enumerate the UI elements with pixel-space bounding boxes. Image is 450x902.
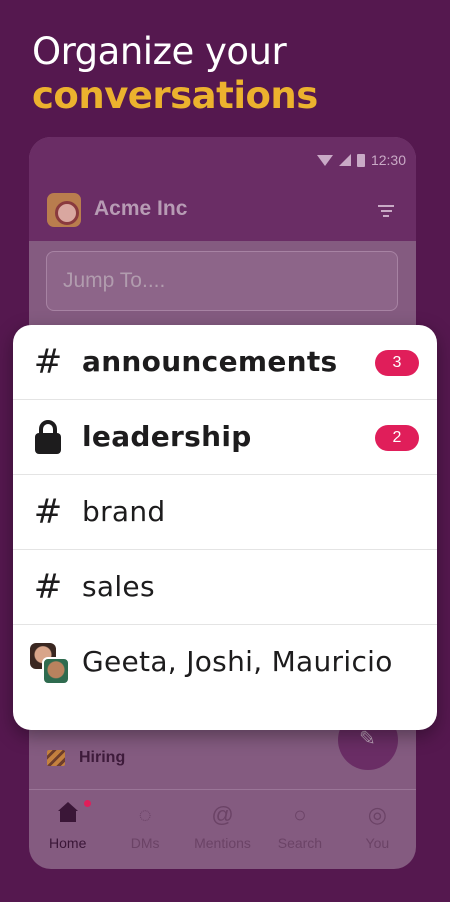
avatar [42, 657, 70, 685]
you-icon: ◎ [367, 802, 387, 827]
status-bar: 12:30 [29, 137, 416, 183]
lock-icon [35, 420, 61, 454]
tab-home[interactable]: Home [29, 790, 106, 869]
wifi-icon [316, 154, 333, 166]
headline-line-2: conversations [32, 74, 318, 117]
tab-you-label: You [365, 835, 390, 851]
channel-hiring-label: Hiring [79, 749, 126, 766]
tab-dms-label: DMs [130, 835, 160, 851]
channel-name: sales [82, 570, 155, 603]
hash-icon: # [33, 342, 63, 382]
tab-dms[interactable]: ◌ DMs [106, 790, 183, 869]
channel-announcements[interactable]: # announcements 3 [13, 325, 437, 400]
app-bar: Acme Inc [29, 183, 416, 241]
channel-name: leadership [82, 420, 252, 453]
headline-line-1: Organize your [32, 30, 287, 73]
jump-to-input[interactable]: Jump To.... [46, 251, 398, 311]
tab-search-label: Search [277, 835, 323, 851]
search-icon: ○ [293, 802, 307, 827]
group-avatar-icon [30, 643, 70, 685]
tab-bar: Home ◌ DMs @ Mentions ○ Search ◎ You [29, 789, 416, 869]
workspace-name[interactable]: Acme Inc [94, 197, 187, 221]
hash-icon: # [33, 567, 63, 607]
tab-home-label: Home [49, 835, 87, 851]
dms-icon: ◌ [138, 802, 152, 827]
group-dm-name: Geeta, Joshi, Mauricio [82, 645, 393, 678]
jump-to-placeholder: Jump To.... [63, 269, 166, 292]
channel-leadership[interactable]: leadership 2 [13, 400, 437, 475]
construction-icon [47, 750, 65, 766]
group-dm[interactable]: Geeta, Joshi, Mauricio [13, 625, 437, 700]
headline: Organize your conversations [32, 30, 318, 118]
tab-you[interactable]: ◎ You [339, 790, 416, 869]
tab-search[interactable]: ○ Search [261, 790, 338, 869]
channel-list-card: # announcements 3 leadership 2 # brand #… [13, 325, 437, 730]
tab-mentions-label: Mentions [194, 835, 251, 851]
channel-name: announcements [82, 345, 338, 378]
channel-brand[interactable]: # brand [13, 475, 437, 550]
home-icon [57, 802, 78, 824]
unread-badge: 3 [375, 350, 419, 376]
cell-signal-icon [338, 154, 351, 166]
filter-icon[interactable] [378, 205, 394, 217]
hash-icon: # [33, 492, 63, 532]
channel-sales[interactable]: # sales [13, 550, 437, 625]
mentions-icon: @ [211, 802, 234, 827]
unread-badge: 2 [375, 425, 419, 451]
channel-hiring[interactable]: Hiring [47, 749, 125, 767]
status-time: 12:30 [370, 152, 406, 168]
battery-icon [356, 153, 365, 167]
workspace-icon[interactable] [47, 193, 81, 227]
notification-dot [84, 800, 91, 807]
channel-name: brand [82, 495, 166, 528]
tab-mentions[interactable]: @ Mentions [184, 790, 261, 869]
